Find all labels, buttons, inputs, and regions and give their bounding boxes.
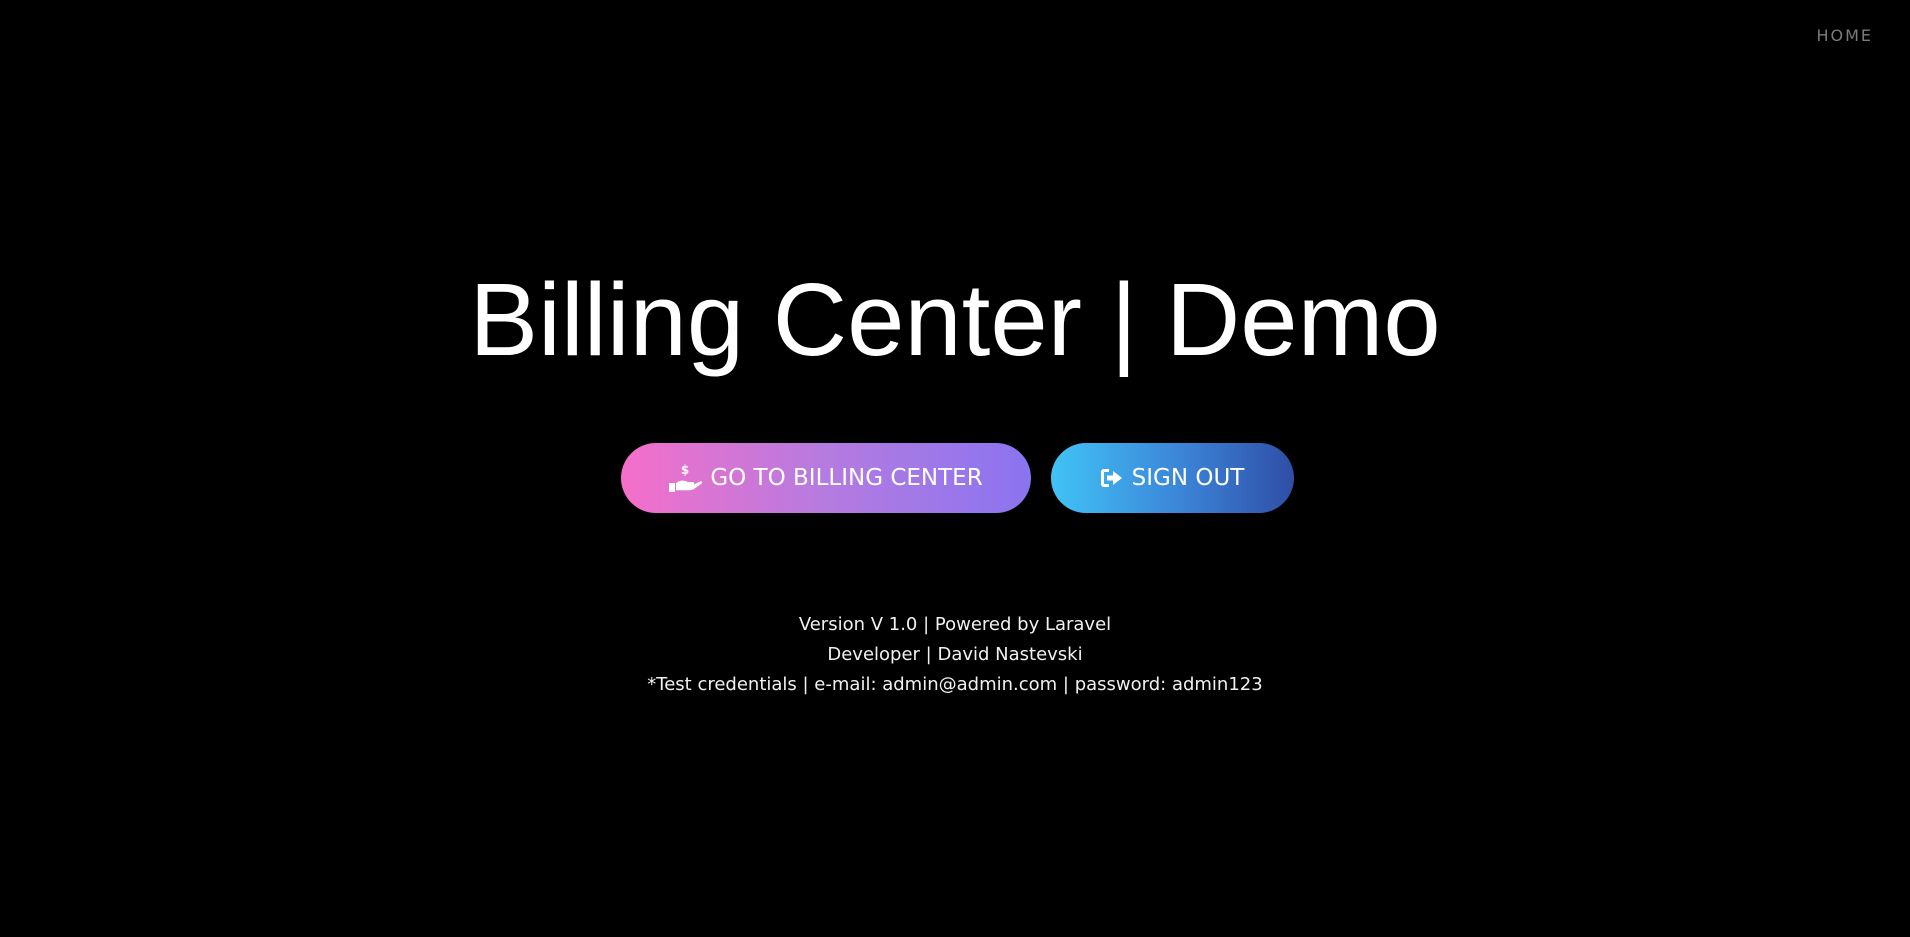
signout-button-label: SIGN OUT bbox=[1131, 465, 1245, 491]
hand-holding-usd-icon: $ bbox=[668, 463, 703, 493]
svg-text:$: $ bbox=[681, 463, 689, 477]
page-title: Billing Center | Demo bbox=[469, 262, 1441, 377]
go-to-billing-center-button[interactable]: $ GO TO BILLING CENTER bbox=[620, 443, 1031, 513]
nav-home-link[interactable]: HOME bbox=[1816, 26, 1873, 45]
credentials-text: *Test credentials | e-mail: admin@admin.… bbox=[647, 674, 1263, 695]
sign-out-icon bbox=[1100, 467, 1124, 489]
action-buttons: $ GO TO BILLING CENTER SIGN OUT bbox=[0, 443, 1910, 513]
developer-text: Developer | David Nastevski bbox=[827, 644, 1083, 665]
footer-info: Version V 1.0 | Powered by Laravel Devel… bbox=[0, 610, 1910, 700]
sign-out-button[interactable]: SIGN OUT bbox=[1050, 443, 1294, 513]
billing-button-label: GO TO BILLING CENTER bbox=[710, 465, 983, 491]
top-nav: HOME bbox=[1816, 26, 1873, 45]
version-text: Version V 1.0 | Powered by Laravel bbox=[798, 614, 1112, 635]
